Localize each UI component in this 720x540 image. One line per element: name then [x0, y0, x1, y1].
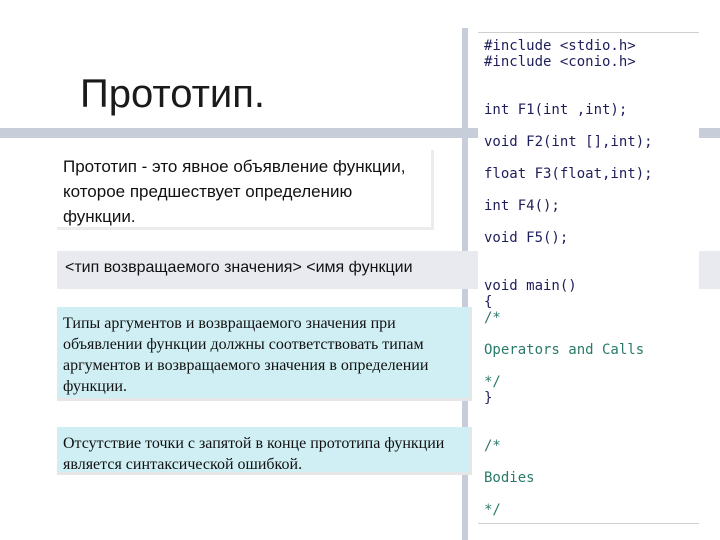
code-prototype-f4: int F4();: [484, 198, 560, 214]
definition-box: Прототип - это явное объявление функции,…: [57, 150, 434, 230]
code-comment-close-bodies: */: [484, 502, 501, 518]
code-prototype-f5: void F5();: [484, 230, 569, 246]
note-argument-types: Типы аргументов и возвращаемого значения…: [57, 307, 472, 401]
code-close-brace: }: [484, 390, 493, 406]
note-semicolon-error: Отсутствие точки с запятой в конце прото…: [57, 427, 472, 475]
code-comment-open: /*: [484, 310, 501, 326]
code-main-signature: void main(): [484, 278, 577, 294]
code-prototype-f3: float F3(float,int);: [484, 166, 653, 182]
code-comment-close: */: [484, 374, 501, 390]
code-prototype-f1: int F1(int ,int);: [484, 102, 628, 118]
code-comment-operators: Operators and Calls: [484, 342, 645, 358]
code-comment-open-bodies: /*: [484, 438, 501, 454]
code-include-stdio: #include <stdio.h>: [484, 38, 636, 54]
prototype-syntax: <тип возвращаемого значения> <имя функци…: [65, 259, 413, 276]
code-include-conio: #include <conio.h>: [484, 54, 636, 70]
code-open-brace: {: [484, 294, 493, 310]
slide-title: Прототип.: [80, 72, 266, 116]
code-prototype-f2: void F2(int [],int);: [484, 134, 653, 150]
code-comment-bodies: Bodies: [484, 470, 535, 486]
